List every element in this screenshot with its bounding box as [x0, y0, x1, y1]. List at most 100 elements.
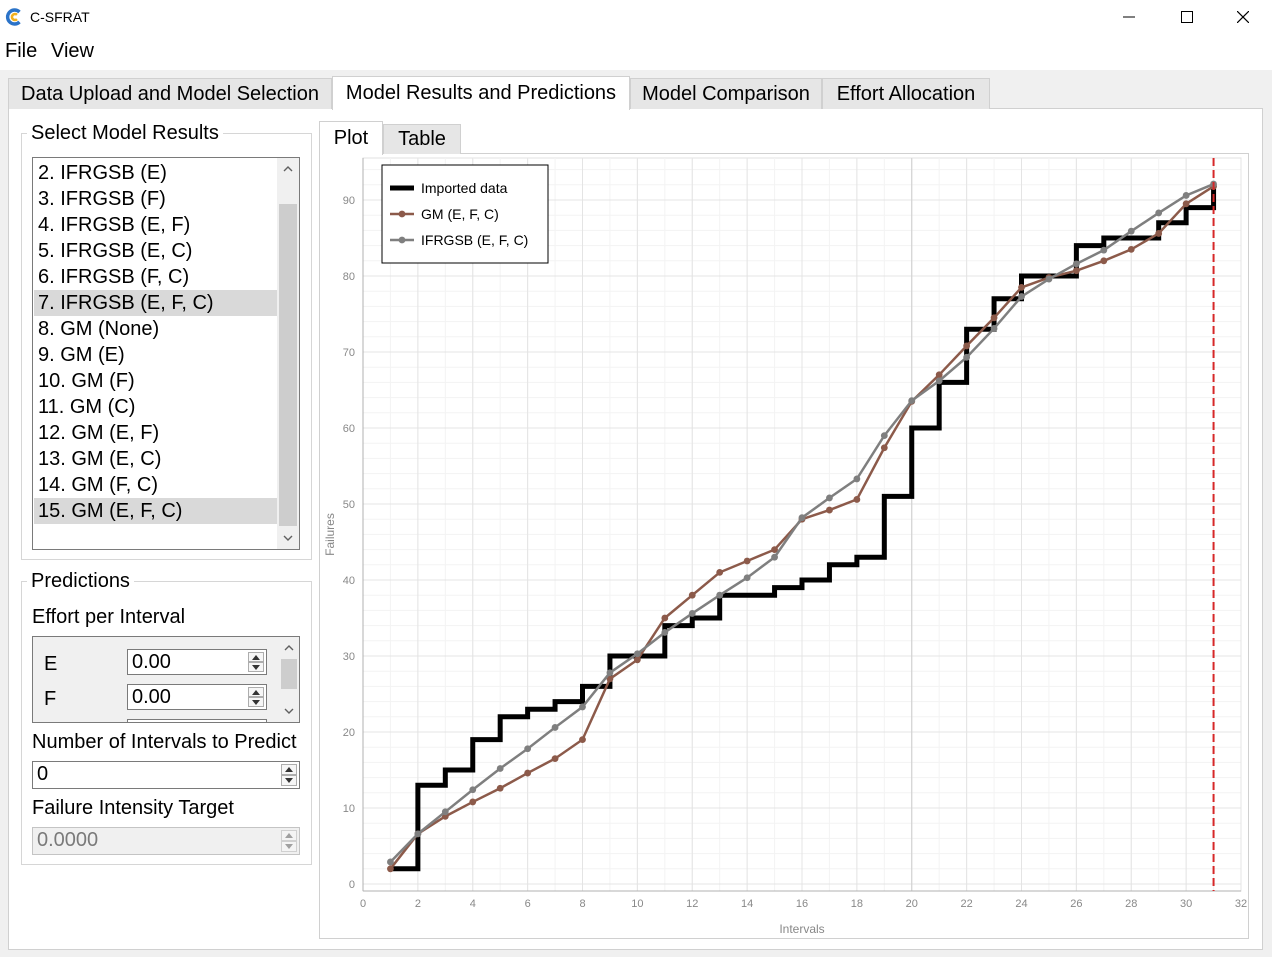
close-button[interactable]: [1214, 0, 1272, 34]
failure-intensity-down-icon: [281, 841, 297, 852]
list-scrollbar[interactable]: [277, 158, 299, 549]
model-results-title: Select Model Results: [27, 122, 223, 145]
intervals-spinbox[interactable]: 0: [32, 761, 300, 789]
list-item[interactable]: 10. GM (F): [34, 368, 277, 394]
list-scroll-thumb[interactable]: [279, 204, 297, 526]
data-point: [880, 432, 888, 439]
x-tick-label: 4: [470, 898, 476, 910]
data-point: [853, 496, 861, 503]
y-tick-label: 10: [343, 803, 355, 815]
x-tick-label: 24: [1015, 898, 1027, 910]
tab-table[interactable]: Table: [383, 124, 461, 154]
data-point: [1100, 246, 1108, 254]
menu-file[interactable]: File: [5, 40, 37, 63]
scroll-down-icon[interactable]: [277, 529, 299, 547]
tab-effort-allocation[interactable]: Effort Allocation: [822, 78, 990, 109]
list-item[interactable]: 13. GM (E, C): [34, 446, 277, 472]
x-tick-label: 22: [961, 898, 973, 910]
effort-scroll-thumb[interactable]: [281, 659, 297, 689]
list-item[interactable]: 7. IFRGSB (E, F, C): [34, 290, 277, 316]
x-tick-label: 18: [851, 898, 863, 910]
menu-bar: File View: [0, 34, 1272, 70]
data-point: [387, 858, 394, 866]
data-point: [688, 591, 696, 599]
data-point: [1018, 284, 1025, 291]
list-item[interactable]: 5. IFRGSB (E, C): [34, 238, 277, 264]
effort-scroll-down-icon[interactable]: [279, 702, 299, 720]
data-point: [469, 798, 477, 806]
list-item[interactable]: 11. GM (C): [34, 394, 277, 420]
y-axis-title: Failures: [323, 513, 337, 556]
tab-model-comparison[interactable]: Model Comparison: [630, 78, 822, 109]
x-tick-label: 10: [631, 898, 643, 910]
effort-f-spinbox[interactable]: 0.00: [127, 684, 267, 710]
data-point: [935, 377, 943, 385]
effort-e-label: E: [44, 653, 58, 675]
list-item[interactable]: 3. IFRGSB (F): [34, 186, 277, 212]
effort-scroll-up-icon[interactable]: [279, 639, 299, 657]
scroll-up-icon[interactable]: [277, 160, 299, 178]
y-tick-label: 40: [343, 575, 355, 587]
effort-c-spinbox[interactable]: [127, 719, 267, 722]
data-point: [661, 614, 669, 622]
data-point: [524, 769, 532, 777]
x-tick-label: 12: [686, 898, 698, 910]
y-tick-label: 60: [343, 423, 355, 435]
tab-data-upload[interactable]: Data Upload and Model Selection: [8, 78, 332, 109]
model-results-list[interactable]: 2. IFRGSB (E) 3. IFRGSB (F) 4. IFRGSB (E, …: [32, 157, 300, 550]
x-tick-label: 2: [415, 898, 421, 910]
data-point: [688, 610, 696, 617]
list-item[interactable]: 8. GM (None): [34, 316, 277, 342]
intervals-down-icon[interactable]: [281, 775, 297, 786]
effort-e-up-icon[interactable]: [248, 652, 264, 662]
effort-f-down-icon[interactable]: [248, 697, 264, 707]
effort-e-spinbox[interactable]: 0.00: [127, 649, 267, 675]
list-item[interactable]: 15. GM (E, F, C): [34, 498, 277, 524]
minimize-icon: [1123, 16, 1135, 18]
maximize-button[interactable]: [1158, 0, 1216, 34]
legend-swatch-marker: [398, 236, 406, 244]
data-point: [1155, 209, 1163, 217]
data-point: [743, 557, 751, 565]
data-point: [633, 656, 641, 664]
tab-model-results[interactable]: Model Results and Predictions: [332, 76, 630, 110]
legend-label: Imported data: [421, 180, 508, 196]
list-item[interactable]: 2. IFRGSB (E): [34, 160, 277, 186]
tab-plot[interactable]: Plot: [319, 121, 383, 155]
data-point: [798, 514, 806, 522]
close-icon: [1237, 11, 1249, 23]
list-item[interactable]: 14. GM (F, C): [34, 472, 277, 498]
x-tick-label: 30: [1180, 898, 1192, 910]
menu-view[interactable]: View: [51, 40, 94, 63]
x-tick-label: 28: [1125, 898, 1137, 910]
effort-e-down-icon[interactable]: [248, 662, 264, 672]
failure-intensity-spinbox: 0.0000: [32, 827, 300, 855]
list-item[interactable]: 9. GM (E): [34, 342, 277, 368]
list-item[interactable]: 6. IFRGSB (F, C): [34, 264, 277, 290]
data-point: [1100, 257, 1108, 265]
effort-e-value: 0.00: [132, 651, 171, 673]
data-point: [743, 574, 751, 582]
data-point: [1072, 260, 1080, 268]
data-point: [1155, 230, 1163, 237]
data-point: [826, 494, 833, 502]
plot-frame: 0 2 4 6 8 10 12 14 16 18 20 22 24 26 28 30 32 0 10 20 30 40 50…: [319, 153, 1249, 939]
list-item[interactable]: 12. GM (E, F): [34, 420, 277, 446]
data-point: [387, 865, 394, 873]
intervals-up-icon[interactable]: [281, 764, 297, 775]
data-point: [441, 808, 449, 816]
effort-f-up-icon[interactable]: [248, 687, 264, 697]
title-bar: C-SFRAT: [0, 0, 1272, 34]
chart: 0 2 4 6 8 10 12 14 16 18 20 22 24 26 28 30 3201020304050…: [323, 157, 1247, 936]
list-item[interactable]: 4. IFRGSB (E, F): [34, 212, 277, 238]
data-point: [963, 353, 971, 361]
x-tick-label: 6: [525, 898, 531, 910]
minimize-button[interactable]: [1100, 0, 1158, 34]
data-point: [990, 314, 998, 322]
effort-f-label: F: [44, 688, 57, 710]
data-point: [1127, 227, 1135, 235]
legend: Imported data GM (E, F, C) IFRGSB (E, F, C…: [381, 164, 549, 264]
legend-label: GM (E, F, C): [421, 206, 499, 222]
effort-scrollbar[interactable]: [279, 637, 299, 722]
y-tick-label: 30: [343, 651, 355, 663]
